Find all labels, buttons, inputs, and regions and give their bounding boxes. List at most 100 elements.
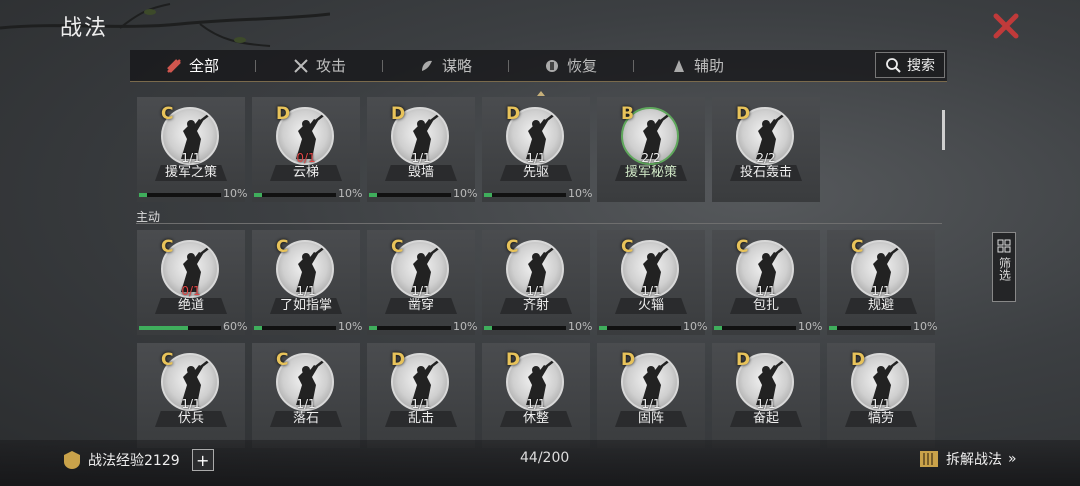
skill-name: 绝道 <box>155 298 227 314</box>
skill-name: 援军之策 <box>155 165 227 181</box>
filter-button[interactable]: 筛选 <box>992 232 1016 302</box>
progress-percent: 10% <box>338 320 363 333</box>
scrollbar[interactable] <box>942 110 945 150</box>
skill-name: 乱击 <box>385 411 457 427</box>
page-count: 44/200 <box>520 450 570 466</box>
tab-strategy[interactable]: 谋略 <box>418 50 472 81</box>
grade-badge: C <box>506 237 519 257</box>
progress-percent: 10% <box>568 320 593 333</box>
grade-badge: D <box>736 350 751 370</box>
progress-bar <box>484 193 566 197</box>
grade-badge: D <box>391 350 406 370</box>
progress-bar <box>599 326 681 330</box>
decompose-label: 拆解战法 <box>946 452 1002 468</box>
skill-card[interactable]: C 1/1 火辎 10% <box>597 230 707 335</box>
progress-bar <box>254 193 336 197</box>
progress-percent: 10% <box>568 187 593 200</box>
skill-count: 1/1 <box>411 397 431 411</box>
skill-name: 犒劳 <box>845 411 917 427</box>
skill-card[interactable]: D 2/2 投石轰击 <box>712 97 820 202</box>
support-icon <box>674 59 684 72</box>
progress-fill <box>599 326 608 330</box>
skill-card[interactable]: C 1/1 凿穿 10% <box>367 230 478 335</box>
crossed-swords-icon <box>294 58 308 73</box>
skill-count: 1/1 <box>181 397 201 411</box>
grade-badge: C <box>736 237 749 257</box>
grade-badge: D <box>506 104 521 124</box>
skill-name: 毁墙 <box>385 165 457 181</box>
tab-label: 攻击 <box>316 57 347 75</box>
skill-card[interactable]: B 2/2 援军秘策 <box>597 97 705 202</box>
skill-count: 1/1 <box>871 397 891 411</box>
progress-percent: 10% <box>913 320 938 333</box>
exp-icon <box>64 451 80 469</box>
progress-bar <box>254 326 336 330</box>
search-label: 搜索 <box>907 58 935 74</box>
all-icon <box>167 58 181 73</box>
skill-name: 休整 <box>500 411 572 427</box>
progress-percent: 10% <box>453 320 478 333</box>
skill-card[interactable]: D 1/1 乱击 <box>367 343 475 448</box>
tab-support[interactable]: 辅助 <box>670 50 724 81</box>
progress-percent: 10% <box>798 320 823 333</box>
search-icon <box>886 58 901 73</box>
progress-bar <box>369 326 451 330</box>
skill-card[interactable]: C 1/1 了如指掌 10% <box>252 230 363 335</box>
decompose-button[interactable]: 拆解战法 » <box>918 448 1017 470</box>
skill-name: 齐射 <box>500 298 572 314</box>
search-button[interactable]: 搜索 <box>875 52 945 78</box>
tab-all[interactable]: 全部 <box>165 50 219 81</box>
skill-card[interactable]: D 1/1 休整 <box>482 343 590 448</box>
grade-badge: C <box>621 237 634 257</box>
skill-count: 2/2 <box>756 151 776 165</box>
progress-fill <box>829 326 838 330</box>
skill-card[interactable]: D 1/1 毁墙 10% <box>367 97 478 202</box>
progress-fill <box>484 326 493 330</box>
progress-fill <box>484 193 493 197</box>
scroll-up-indicator <box>537 91 545 96</box>
grade-badge: C <box>391 237 404 257</box>
grade-badge: D <box>276 104 291 124</box>
skill-card[interactable]: D 1/1 先驱 10% <box>482 97 593 202</box>
progress-fill <box>369 326 378 330</box>
skill-card[interactable]: D 1/1 犒劳 <box>827 343 935 448</box>
skill-card[interactable]: D 0/1 云梯 10% <box>252 97 362 202</box>
skill-card[interactable]: C 1/1 伏兵 <box>137 343 245 448</box>
grade-badge: D <box>736 104 751 124</box>
skill-count: 0/1 <box>296 151 316 165</box>
skill-card[interactable]: C 1/1 包扎 10% <box>712 230 823 335</box>
tab-attack[interactable]: 攻击 <box>292 50 346 81</box>
close-icon[interactable] <box>990 10 1022 42</box>
skill-card[interactable]: C 1/1 齐射 10% <box>482 230 593 335</box>
tab-label: 辅助 <box>694 57 725 75</box>
tab-recover[interactable]: 恢复 <box>543 50 597 81</box>
skill-card[interactable]: D 1/1 奋起 <box>712 343 820 448</box>
grade-badge: D <box>851 350 866 370</box>
skill-name: 伏兵 <box>155 411 227 427</box>
skill-card[interactable]: C 0/1 绝道 60% <box>137 230 248 335</box>
skill-count: 1/1 <box>526 397 546 411</box>
skill-card[interactable]: C 1/1 落石 <box>252 343 360 448</box>
skill-count: 1/1 <box>181 151 201 165</box>
skill-name: 固阵 <box>615 411 687 427</box>
skill-name: 规避 <box>845 298 917 314</box>
skill-name: 凿穿 <box>385 298 457 314</box>
skill-name: 投石轰击 <box>730 165 802 181</box>
skill-name: 落石 <box>270 411 342 427</box>
filter-label: 筛选 <box>997 257 1012 281</box>
skill-count: 1/1 <box>526 284 546 298</box>
progress-fill <box>254 326 263 330</box>
skill-card[interactable]: C 1/1 规避 10% <box>827 230 938 335</box>
skill-card[interactable]: C 1/1 援军之策 10% <box>137 97 247 202</box>
progress-percent: 10% <box>453 187 478 200</box>
skill-card[interactable]: D 1/1 固阵 <box>597 343 705 448</box>
progress-bar <box>139 326 221 330</box>
progress-percent: 60% <box>223 320 248 333</box>
progress-fill <box>139 326 189 330</box>
add-exp-button[interactable]: + <box>191 449 214 471</box>
skill-count: 1/1 <box>756 397 776 411</box>
exp-label: 战法经验2129 <box>88 453 180 469</box>
grade-badge: C <box>161 350 174 370</box>
progress-bar <box>369 193 451 197</box>
grade-badge: C <box>851 237 864 257</box>
